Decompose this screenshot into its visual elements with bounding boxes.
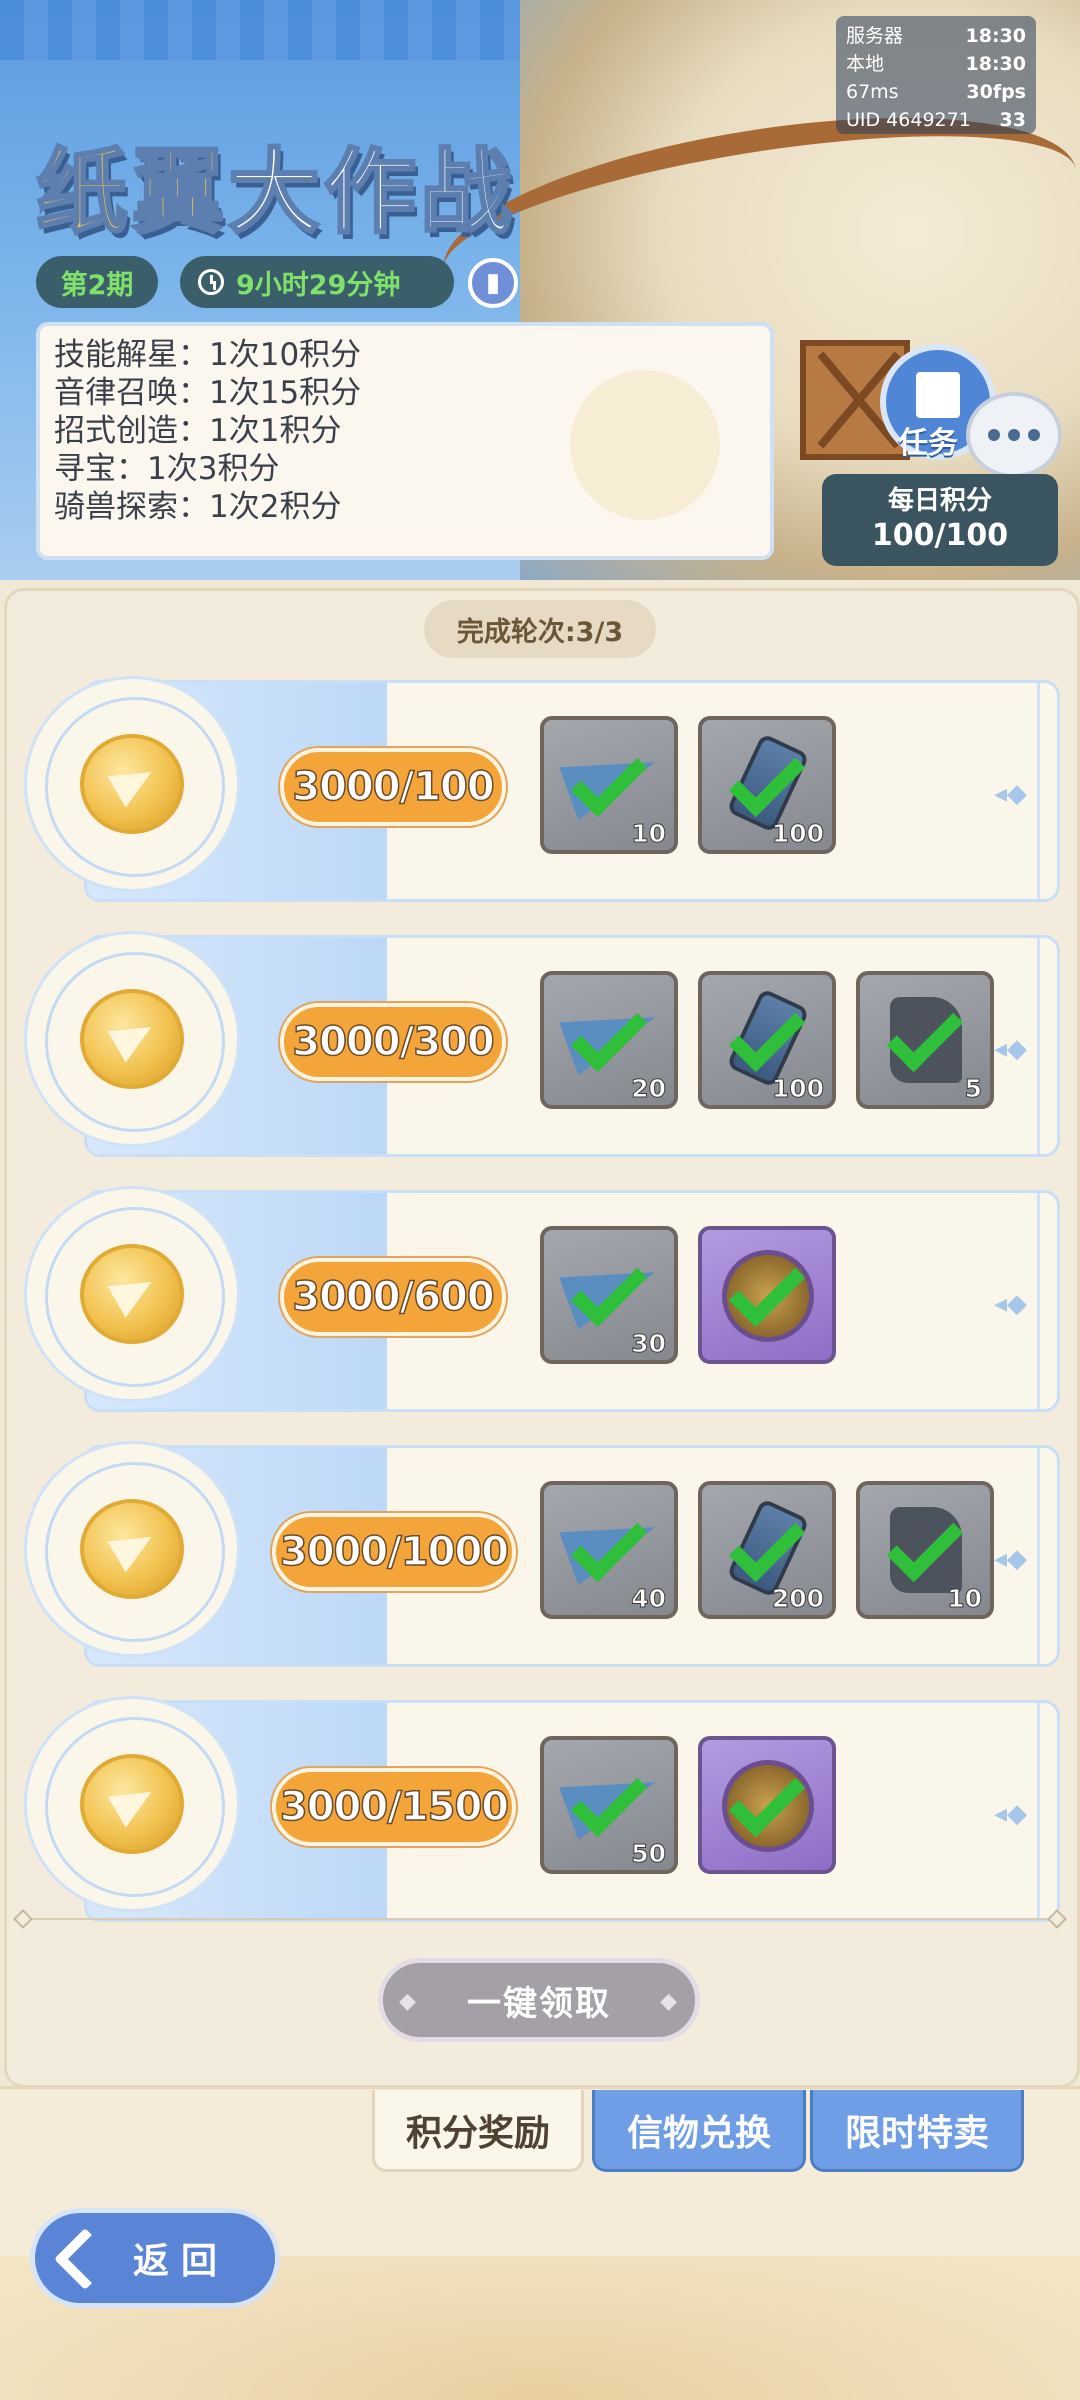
tier-edge-decoration — [1037, 1193, 1057, 1409]
diamond-arrow-icon: ◂◆ — [993, 1034, 1027, 1064]
reward-quantity: 30 — [631, 1329, 667, 1359]
gold-paper-plane-medal-icon — [80, 1499, 184, 1599]
reward-item[interactable] — [698, 1736, 836, 1874]
network-status-panel: 服务器 18:30 本地 18:30 67ms 30fps UID 4649271 33 — [836, 16, 1036, 134]
claim-all-button[interactable]: ◆ 一键领取 ◆ — [378, 1958, 700, 2042]
reward-tier: ◂◆ 3000/100 10 100 — [24, 672, 1060, 902]
rule-line: 招式创造：1次1积分 — [54, 413, 342, 449]
tab-points-rewards[interactable]: 积分奖励 — [372, 2090, 584, 2172]
divider — [22, 1918, 1058, 1920]
reward-item[interactable]: 30 — [540, 1226, 678, 1364]
rounds-completed: 完成轮次:3/3 — [424, 600, 656, 658]
chat-dot-icon — [1008, 429, 1020, 441]
tier-score: 3000/600 — [280, 1258, 506, 1336]
uid-value: UID 4649271 — [846, 109, 971, 131]
tab-token-exchange[interactable]: 信物兑换 — [592, 2090, 806, 2172]
tier-edge-decoration — [1037, 1703, 1057, 1919]
daily-points-box: 每日积分 100/100 — [822, 474, 1058, 566]
gold-paper-plane-medal-icon — [80, 1754, 184, 1854]
claim-all-label: 一键领取 — [467, 1983, 611, 2024]
task-label: 任务 — [898, 426, 958, 461]
reward-quantity: 50 — [631, 1839, 667, 1869]
reward-tier: ◂◆ 3000/1500 50 — [24, 1692, 1060, 1922]
event-title-part-a: 纸翼 — [34, 138, 229, 248]
battery-value: 33 — [999, 109, 1026, 131]
rule-line: 技能解星：1次10积分 — [54, 337, 362, 373]
reward-quantity: 10 — [947, 1584, 983, 1614]
daily-points-value: 100/100 — [871, 518, 1009, 553]
reward-item[interactable]: 200 — [698, 1481, 836, 1619]
diamond-arrow-icon: ◂◆ — [993, 1289, 1027, 1319]
clock-icon — [198, 269, 224, 295]
gold-paper-plane-medal-icon — [80, 1244, 184, 1344]
diamond-arrow-icon: ◂◆ — [993, 1544, 1027, 1574]
diamond-icon: ◆ — [660, 1989, 679, 2014]
rule-line: 骑兽探索：1次2积分 — [54, 489, 342, 525]
reward-quantity: 5 — [964, 1074, 982, 1104]
points-rules-panel: 技能解星：1次10积分 音律召唤：1次15积分 招式创造：1次1积分 寻宝：1次… — [36, 322, 774, 560]
reward-quantity: 100 — [771, 819, 824, 849]
reward-item[interactable]: 10 — [540, 716, 678, 854]
book-icon: ▮ — [485, 268, 501, 298]
chat-dot-icon — [988, 429, 1000, 441]
reward-item[interactable]: 5 — [856, 971, 994, 1109]
event-title-part-b: 大作战 — [227, 138, 517, 248]
rule-line: 寻宝：1次3积分 — [54, 451, 280, 487]
tier-score: 3000/1000 — [272, 1513, 516, 1591]
tier-edge-decoration — [1037, 683, 1057, 899]
reward-item[interactable]: 40 — [540, 1481, 678, 1619]
diamond-arrow-icon: ◂◆ — [993, 779, 1027, 809]
daily-points-label: 每日积分 — [887, 486, 992, 516]
reward-quantity: 200 — [771, 1584, 824, 1614]
tier-edge-decoration — [1037, 938, 1057, 1154]
gold-paper-plane-medal-icon — [80, 734, 184, 834]
countdown-text: 9小时29分钟 — [236, 269, 401, 301]
reward-item[interactable]: 100 — [698, 716, 836, 854]
countdown-timer: 9小时29分钟 — [180, 256, 454, 308]
rule-line: 音律召唤：1次15积分 — [54, 375, 362, 411]
diamond-arrow-icon: ◂◆ — [993, 1799, 1027, 1829]
reward-quantity: 20 — [631, 1074, 667, 1104]
back-label: 返回 — [133, 2241, 230, 2282]
fps-value: 30fps — [966, 81, 1026, 103]
reward-item[interactable]: 20 — [540, 971, 678, 1109]
task-book-icon — [916, 372, 960, 418]
reward-quantity: 100 — [771, 1074, 824, 1104]
tier-score: 3000/100 — [280, 748, 506, 826]
server-time: 18:30 — [965, 25, 1026, 47]
reward-item[interactable]: 50 — [540, 1736, 678, 1874]
reward-tier: ◂◆ 3000/1000 40 200 10 — [24, 1437, 1060, 1667]
chat-button[interactable] — [966, 392, 1062, 478]
tier-score: 3000/1500 — [272, 1768, 516, 1846]
gold-paper-plane-medal-icon — [80, 989, 184, 1089]
chat-dot-icon — [1028, 429, 1040, 441]
back-arrow-icon — [53, 2227, 117, 2291]
reward-quantity: 40 — [631, 1584, 667, 1614]
reward-quantity: 10 — [631, 819, 667, 849]
tab-limited-sale[interactable]: 限时特卖 — [810, 2090, 1024, 2172]
local-label: 本地 — [846, 53, 885, 75]
reward-item[interactable] — [698, 1226, 836, 1364]
event-title: 纸翼大作战 — [34, 118, 517, 251]
server-label: 服务器 — [846, 25, 904, 47]
back-button[interactable]: 返回 — [30, 2208, 280, 2308]
reward-item[interactable]: 100 — [698, 971, 836, 1109]
reward-tier: ◂◆ 3000/600 30 — [24, 1182, 1060, 1412]
local-time: 18:30 — [965, 53, 1026, 75]
period-badge: 第2期 — [36, 256, 158, 308]
diamond-icon: ◆ — [399, 1989, 418, 2014]
tier-score: 3000/300 — [280, 1003, 506, 1081]
tier-edge-decoration — [1037, 1448, 1057, 1664]
reward-item[interactable]: 10 — [856, 1481, 994, 1619]
ping-value: 67ms — [846, 81, 899, 103]
info-button[interactable]: ▮ — [468, 258, 518, 308]
reward-tier: ◂◆ 3000/300 20 100 5 — [24, 927, 1060, 1157]
